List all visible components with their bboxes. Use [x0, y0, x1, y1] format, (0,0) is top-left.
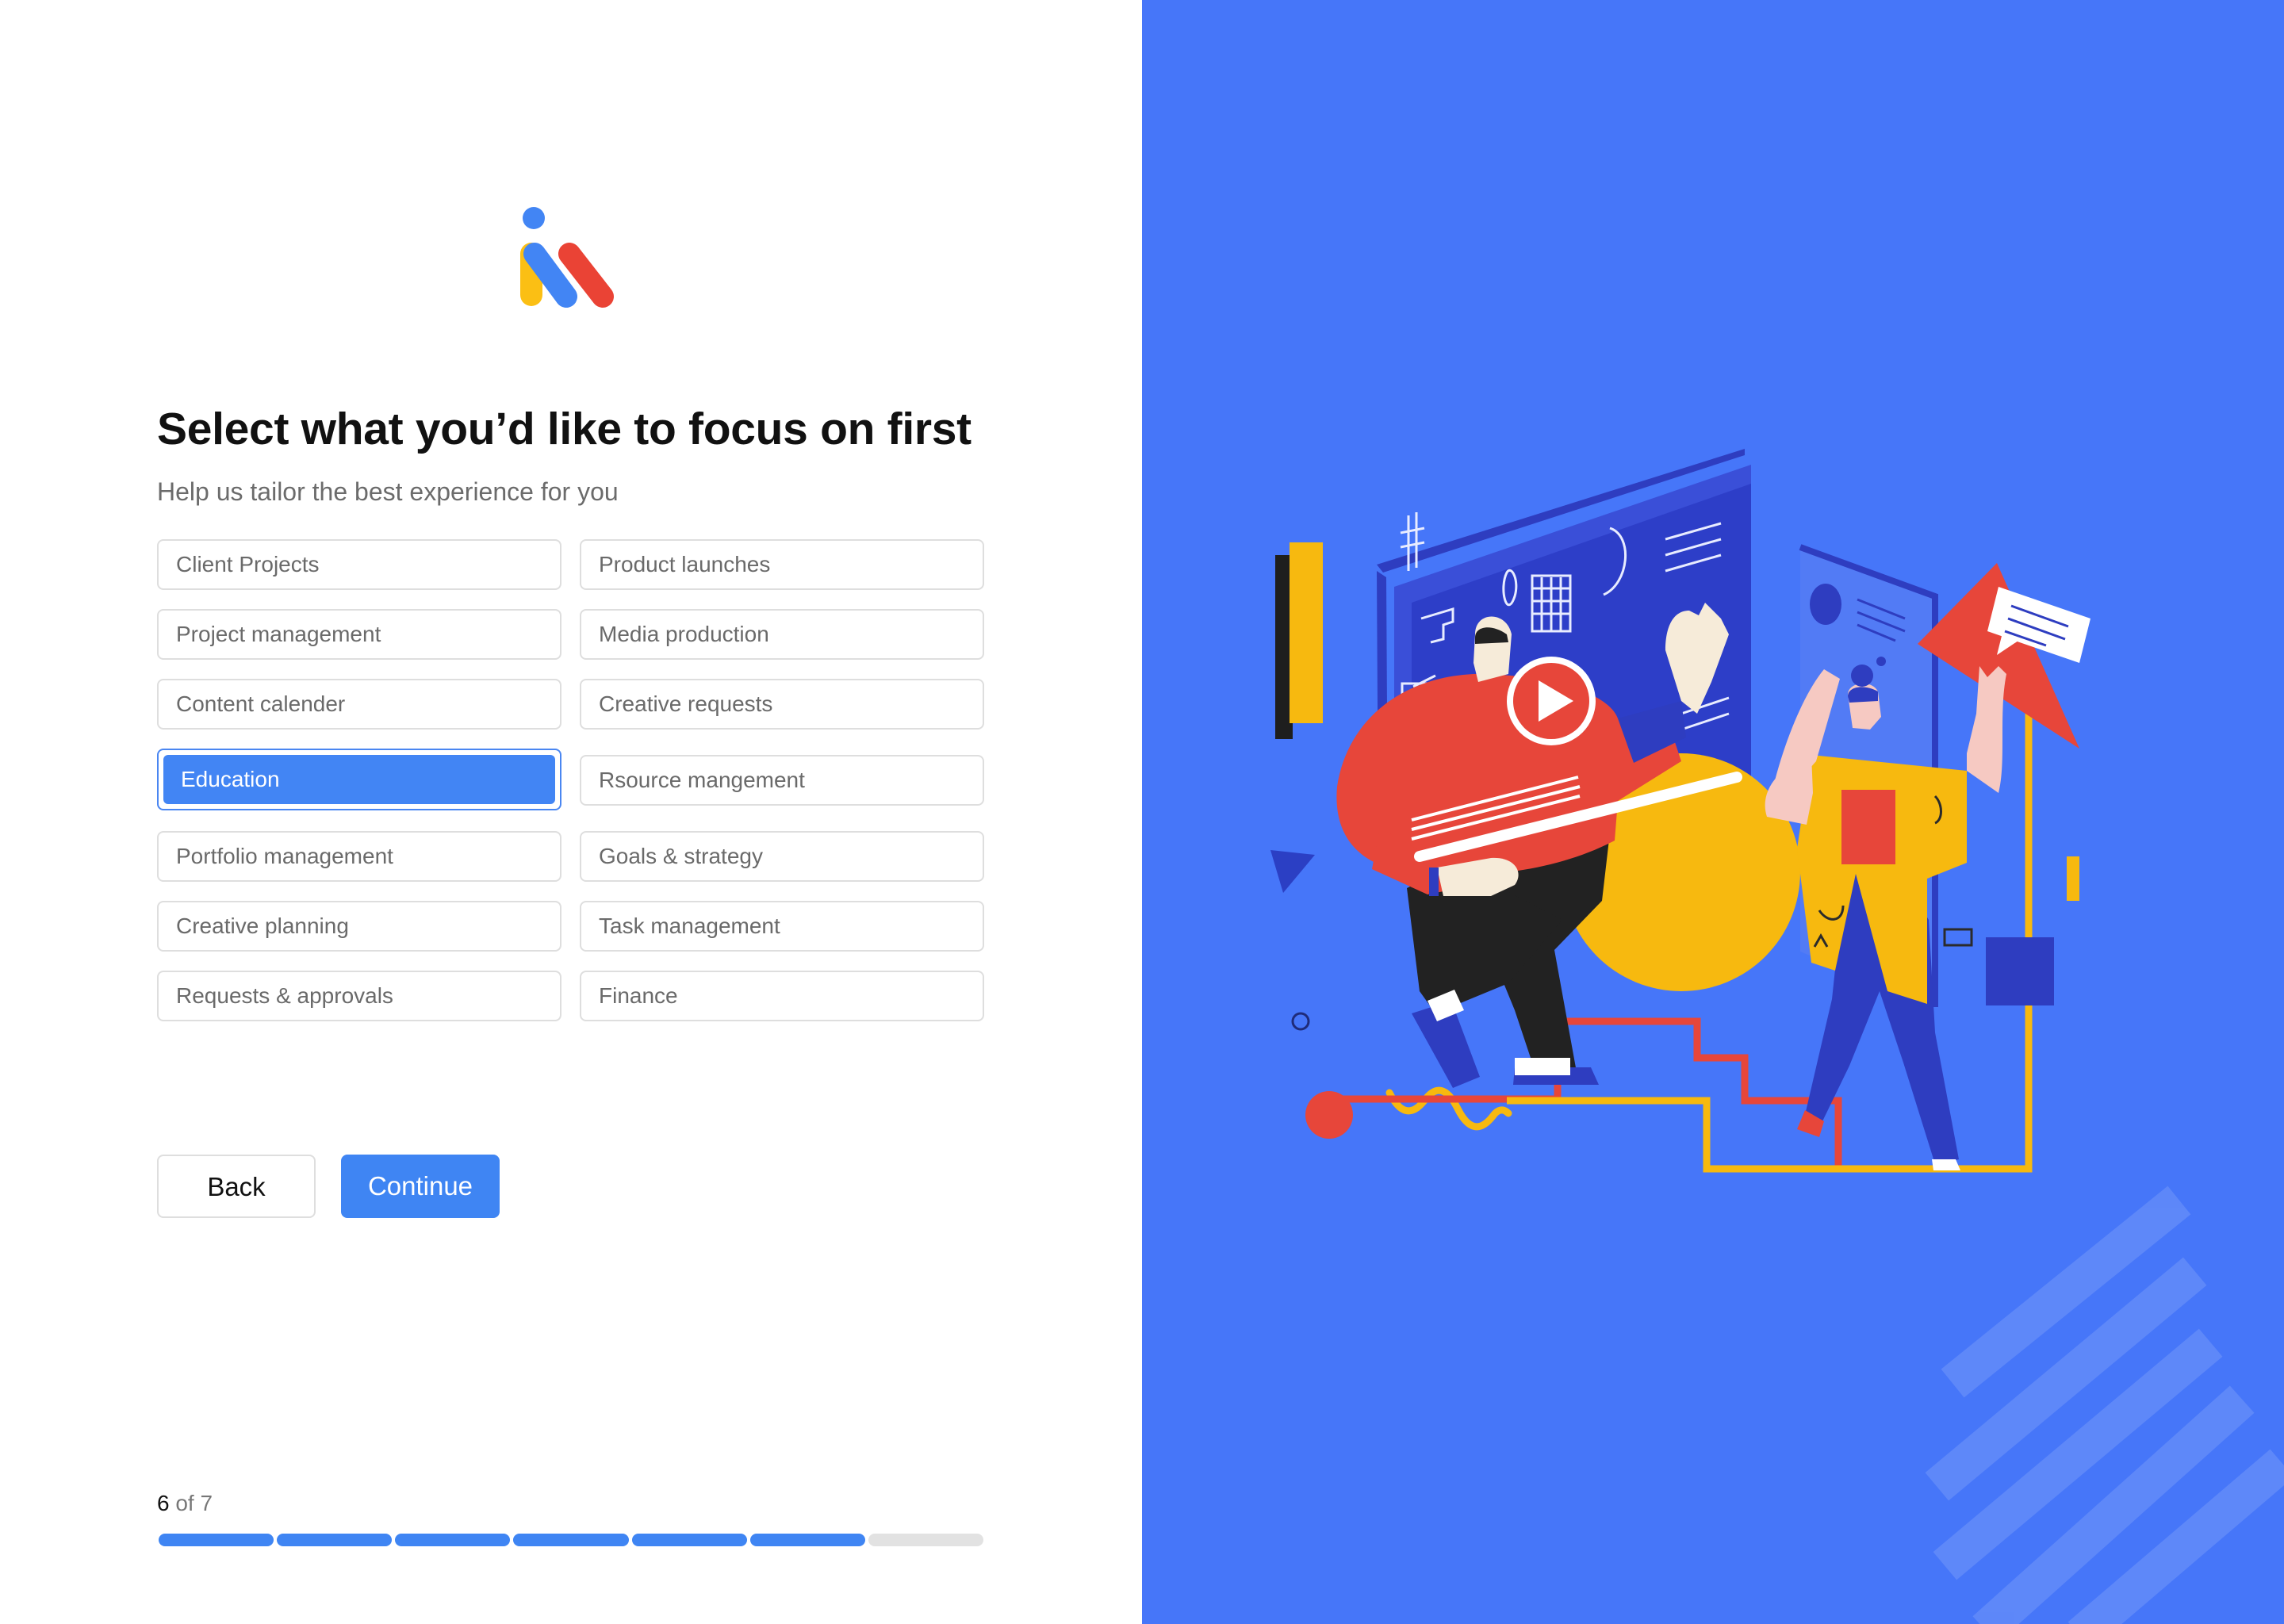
option-requests-approvals[interactable]: Requests & approvals [157, 971, 561, 1021]
option-goals-strategy[interactable]: Goals & strategy [580, 831, 984, 882]
progress-segment-complete [513, 1534, 629, 1546]
continue-button[interactable]: Continue [341, 1155, 500, 1218]
option-label: Project management [176, 622, 381, 646]
option-label: Content calender [176, 691, 346, 716]
progress-segment-complete [159, 1534, 274, 1546]
option-project-management[interactable]: Project management [157, 609, 561, 660]
option-education[interactable]: Education [157, 749, 561, 810]
page-subtitle: Help us tailor the best experience for y… [157, 477, 619, 506]
option-task-management[interactable]: Task management [580, 901, 984, 952]
option-label: Portfolio management [176, 844, 393, 868]
option-finance[interactable]: Finance [580, 971, 984, 1021]
option-label: Creative requests [599, 691, 773, 716]
option-creative-requests[interactable]: Creative requests [580, 679, 984, 730]
back-button[interactable]: Back [157, 1155, 316, 1218]
step-indicator: 6 of 7 [157, 1491, 213, 1516]
option-media-production[interactable]: Media production [580, 609, 984, 660]
onboarding-illustration [1270, 449, 2284, 1624]
watermark-chevrons [1925, 1185, 2284, 1624]
option-label: Goals & strategy [599, 844, 763, 868]
step-total: of 7 [169, 1491, 213, 1515]
option-label: Product launches [599, 552, 771, 576]
option-resource-management[interactable]: Rsource mangement [580, 755, 984, 806]
option-creative-planning[interactable]: Creative planning [157, 901, 561, 952]
option-label: Education [163, 755, 555, 804]
option-client-projects[interactable]: Client Projects [157, 539, 561, 590]
option-label: Finance [599, 983, 678, 1008]
progress-segment-complete [631, 1534, 747, 1546]
onboarding-form-panel: Select what you’d like to focus on first… [0, 0, 1142, 1624]
option-content-calender[interactable]: Content calender [157, 679, 561, 730]
option-label: Client Projects [176, 552, 320, 576]
progress-segment-pending [868, 1534, 983, 1546]
option-label: Requests & approvals [176, 983, 393, 1008]
page-title: Select what you’d like to focus on first [157, 404, 971, 454]
app-logo [520, 207, 614, 308]
illustration-panel [1142, 0, 2284, 1624]
option-product-launches[interactable]: Product launches [580, 539, 984, 590]
step-current: 6 [157, 1491, 170, 1515]
progress-bar [159, 1534, 983, 1546]
option-label: Task management [599, 914, 780, 938]
progress-segment-complete [395, 1534, 511, 1546]
option-label: Rsource mangement [599, 768, 805, 792]
option-portfolio-management[interactable]: Portfolio management [157, 831, 561, 882]
option-label: Media production [599, 622, 769, 646]
option-label: Creative planning [176, 914, 349, 938]
progress-segment-complete [749, 1534, 865, 1546]
progress-segment-complete [277, 1534, 393, 1546]
